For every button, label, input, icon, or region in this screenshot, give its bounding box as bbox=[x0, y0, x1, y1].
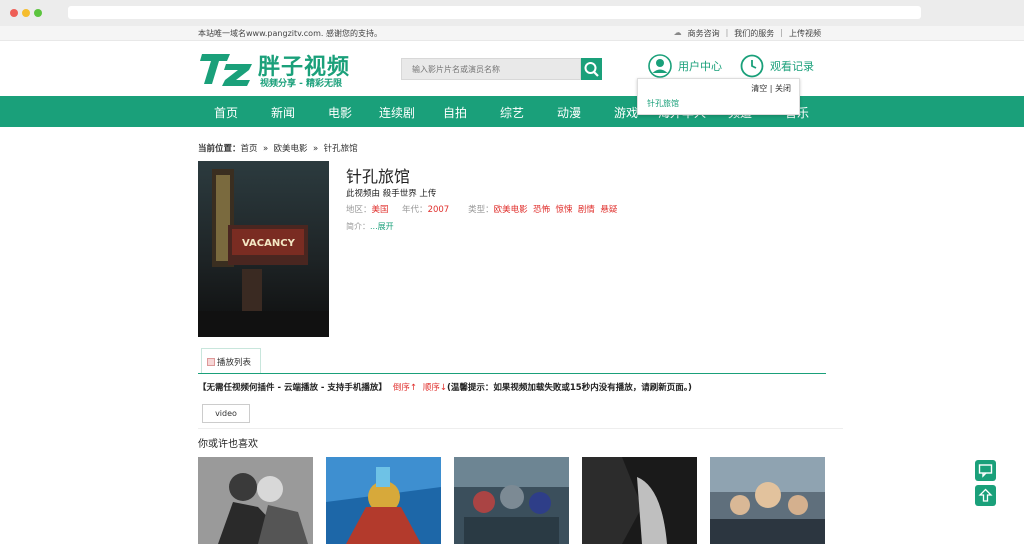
address-bar[interactable] bbox=[68, 6, 921, 19]
logo-icon[interactable] bbox=[200, 50, 254, 88]
site-slogan: 视频分享 - 精彩无限 bbox=[260, 79, 343, 89]
breadcrumb-separator: » bbox=[312, 144, 319, 154]
genre-link[interactable]: 恐怖 bbox=[533, 205, 550, 215]
expand-intro-link[interactable]: ...展开 bbox=[370, 222, 394, 231]
playlist-info: 【无需任视频何插件 - 云端播放 - 支持手机播放】 倒序↑ 顺序↓(温馨提示：… bbox=[198, 381, 692, 393]
nav-news[interactable]: 新闻 bbox=[271, 104, 295, 121]
playlist-notice: 【无需任视频何插件 - 云端播放 - 支持手机播放】 bbox=[198, 383, 387, 393]
recommend-thumbnail[interactable] bbox=[710, 457, 825, 544]
year-link[interactable]: 2007 bbox=[428, 205, 450, 215]
nav-movies[interactable]: 电影 bbox=[328, 104, 352, 121]
chat-icon: ☁ bbox=[673, 28, 682, 37]
genre-link[interactable]: 惊悚 bbox=[555, 205, 572, 215]
back-to-top-button[interactable] bbox=[975, 485, 996, 506]
nav-selfie[interactable]: 自拍 bbox=[443, 104, 467, 121]
recommend-thumbnail[interactable] bbox=[582, 457, 697, 544]
breadcrumb-home[interactable]: 首页 bbox=[241, 144, 258, 154]
maximize-window-dot[interactable] bbox=[34, 9, 42, 17]
breadcrumb-current: 针孔旅馆 bbox=[323, 144, 358, 154]
site-header: 胖子视频 视频分享 - 精彩无限 用户中心 观看记录 bbox=[0, 41, 1024, 96]
breadcrumb-separator: » bbox=[262, 144, 269, 154]
user-center-link[interactable]: 用户中心 bbox=[648, 54, 722, 78]
close-history-button[interactable]: 关闭 bbox=[775, 84, 791, 93]
feedback-button[interactable] bbox=[975, 460, 996, 481]
minimize-window-dot[interactable] bbox=[22, 9, 30, 17]
recommend-title: 你或许也喜欢 bbox=[198, 439, 258, 450]
movie-meta: 地区：美国 年代：2007 类型：欧美电影 恐怖 惊悚 剧情 悬疑 bbox=[346, 203, 617, 215]
breadcrumb-label: 当前位置： bbox=[198, 144, 241, 154]
tab-playlist[interactable]: 播放列表 bbox=[201, 348, 261, 373]
year-label: 年代： bbox=[402, 205, 428, 215]
breadcrumb: 当前位置：首页 » 欧美电影 » 针孔旅馆 bbox=[198, 142, 358, 154]
genre-label: 类型： bbox=[468, 205, 494, 215]
movie-poster[interactable]: VACANCY bbox=[198, 161, 329, 337]
services-link[interactable]: 我们的服务 bbox=[734, 28, 774, 39]
site-notice: 本站唯一域名www.pangzitv.com. 感谢您的支持。 bbox=[198, 29, 382, 38]
breadcrumb-category[interactable]: 欧美电影 bbox=[274, 144, 308, 154]
search-input[interactable] bbox=[402, 59, 582, 79]
desc-order-button[interactable]: 倒序↑ bbox=[393, 383, 417, 393]
top-links: ☁ 商务咨询 | 我们的服务 | 上传视频 bbox=[674, 28, 821, 39]
section-divider bbox=[198, 428, 843, 429]
nav-anime[interactable]: 动漫 bbox=[557, 104, 581, 121]
top-utility-bar: 本站唯一域名www.pangzitv.com. 感谢您的支持。 ☁ 商务咨询 |… bbox=[0, 26, 1024, 41]
history-actions: 清空 | 关闭 bbox=[751, 83, 791, 94]
video-source-button[interactable]: video bbox=[202, 404, 250, 423]
recommend-thumbnail[interactable] bbox=[326, 457, 441, 544]
divider: | bbox=[780, 28, 783, 37]
history-dropdown: 清空 | 关闭 针孔旅馆 bbox=[637, 78, 800, 115]
clock-icon bbox=[740, 54, 764, 78]
browser-chrome bbox=[0, 0, 1024, 27]
region-link[interactable]: 美国 bbox=[372, 205, 389, 215]
movie-intro: 简介：...展开 bbox=[346, 221, 394, 232]
nav-series[interactable]: 连续剧 bbox=[379, 104, 415, 121]
comment-icon bbox=[978, 464, 993, 478]
user-center-label: 用户中心 bbox=[678, 60, 722, 73]
clear-history-button[interactable]: 清空 bbox=[751, 84, 767, 93]
history-item[interactable]: 针孔旅馆 bbox=[647, 98, 679, 109]
user-icon bbox=[648, 54, 672, 78]
search-icon bbox=[584, 62, 599, 77]
playlist-tabbar: 播放列表 bbox=[198, 348, 826, 374]
watch-history-label: 观看记录 bbox=[770, 60, 814, 73]
playlist-icon bbox=[207, 358, 215, 366]
upload-link[interactable]: 上传视频 bbox=[789, 28, 821, 39]
genre-link[interactable]: 欧美电影 bbox=[494, 205, 528, 215]
nav-variety[interactable]: 综艺 bbox=[500, 104, 524, 121]
poster-vacancy-text: VACANCY bbox=[242, 238, 296, 249]
tab-playlist-label: 播放列表 bbox=[217, 358, 252, 368]
nav-home[interactable]: 首页 bbox=[214, 104, 238, 121]
watch-history-link[interactable]: 观看记录 bbox=[740, 54, 814, 78]
genre-link[interactable]: 剧情 bbox=[578, 205, 595, 215]
close-window-dot[interactable] bbox=[10, 9, 18, 17]
region-label: 地区： bbox=[346, 205, 372, 215]
asc-order-button[interactable]: 顺序↓ bbox=[423, 383, 447, 393]
arrow-up-icon bbox=[978, 488, 993, 502]
genre-link[interactable]: 悬疑 bbox=[600, 205, 617, 215]
intro-label: 简介： bbox=[346, 222, 370, 231]
movie-title: 针孔旅馆 bbox=[346, 167, 411, 186]
search-box bbox=[401, 58, 582, 80]
main-nav: 首页 新闻 电影 连续剧 自拍 综艺 动漫 游戏 海外华人 频道 音乐 bbox=[0, 96, 1024, 127]
nav-games[interactable]: 游戏 bbox=[614, 104, 638, 121]
search-button[interactable] bbox=[581, 58, 602, 80]
playlist-tip: (温馨提示：如果视频加载失败或15秒内没有播放，请刷新页面。) bbox=[447, 383, 692, 393]
recommend-thumbnail[interactable] bbox=[198, 457, 313, 544]
uploader-info: 此视频由 殺手世界 上传 bbox=[346, 189, 437, 199]
recommend-thumbnail[interactable] bbox=[454, 457, 569, 544]
divider: | bbox=[725, 28, 729, 37]
business-link[interactable]: 商务咨询 bbox=[688, 28, 720, 39]
